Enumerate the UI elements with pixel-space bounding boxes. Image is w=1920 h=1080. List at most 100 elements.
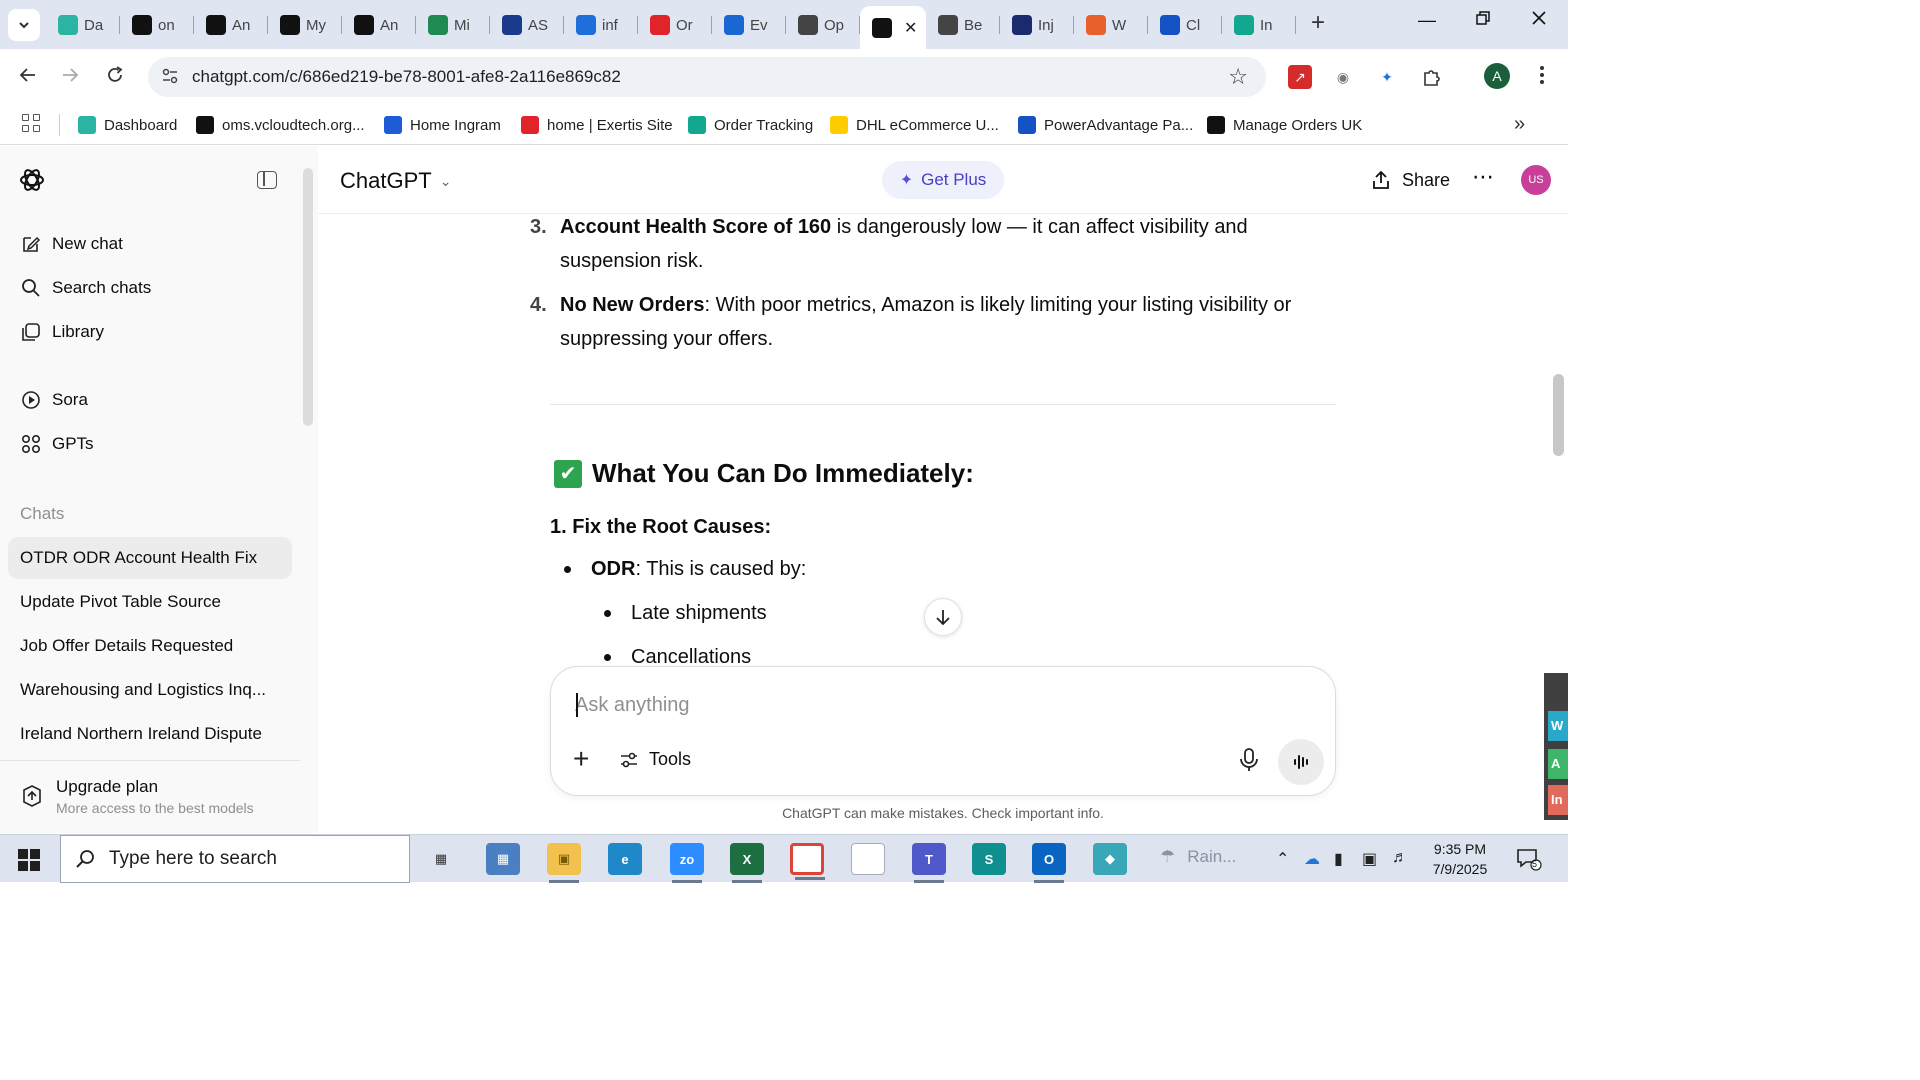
browser-tab-active[interactable]: ✕ [860,6,926,49]
voice-mode-button[interactable] [1278,739,1324,785]
chrome-icon[interactable] [790,843,825,880]
user-avatar[interactable]: US [1521,165,1551,195]
more-options-icon[interactable]: ⋯ [1472,164,1495,190]
bookmark-item[interactable]: DHL eCommerce U... [830,113,999,137]
close-window-button[interactable] [1524,10,1554,31]
bookmark-item[interactable]: Manage Orders UK [1207,113,1362,137]
minimize-button[interactable]: — [1412,10,1442,31]
browser-menu-button[interactable] [1530,65,1554,89]
browser-tab[interactable]: An [342,6,416,44]
prompt-input[interactable] [575,691,1275,719]
bookmark-star-icon[interactable]: ☆ [1228,64,1248,90]
back-button[interactable] [16,65,40,89]
sidebar-item-sora[interactable]: Sora [0,380,300,420]
more-bookmarks-icon[interactable]: » [1514,113,1525,136]
browser-tab[interactable]: Op [786,6,860,44]
upgrade-plan-button[interactable]: Upgrade plan More access to the best mod… [20,774,300,824]
browser-tab[interactable]: My [268,6,342,44]
address-bar[interactable]: chatgpt.com/c/686ed219-be78-8001-afe8-2a… [148,57,1266,97]
network-icon[interactable]: ▣ [1362,849,1377,869]
outlook-icon[interactable]: O [1032,843,1066,883]
tray-chevron-up-icon[interactable]: ⌃ [1276,849,1289,869]
bookmark-item[interactable]: Dashboard [78,113,177,137]
widget-tab[interactable]: In [1548,785,1568,815]
battery-icon[interactable]: ▮ [1334,849,1343,869]
zoom-icon[interactable]: zo [670,843,704,883]
browser-tab[interactable]: on [120,6,194,44]
browser-tab[interactable]: Or [638,6,712,44]
share-button[interactable]: Share [1370,166,1450,194]
chat-item[interactable]: Ireland Northern Ireland Dispute [8,713,292,755]
windows-start-icon[interactable] [18,849,40,871]
sidebar-scrollbar[interactable] [303,168,313,426]
microphone-icon[interactable] [1237,747,1261,773]
browser-tab[interactable]: Mi [416,6,490,44]
chat-item-active[interactable]: OTDR ODR Account Health Fix [8,537,292,579]
bookmark-item[interactable]: oms.vcloudtech.org... [196,113,365,137]
get-plus-button[interactable]: ✦ Get Plus [882,161,1004,199]
browser-tab[interactable]: W [1074,6,1148,44]
scroll-to-bottom-button[interactable] [924,598,962,636]
scrollbar-thumb[interactable] [1553,374,1564,456]
extensions-puzzle-icon[interactable] [1420,65,1444,89]
chat-item[interactable]: Job Offer Details Requested [8,625,292,667]
browser-tab[interactable]: An [194,6,268,44]
bookmark-item[interactable]: Home Ingram [384,113,501,137]
tab-search-button[interactable] [8,9,40,41]
chat-item[interactable]: Warehousing and Logistics Inq... [8,669,292,711]
system-clock[interactable]: 9:35 PM 7/9/2025 [1420,839,1500,879]
edge-browser-icon[interactable]: e [608,843,642,875]
browser-tab[interactable]: Cl [1148,6,1222,44]
browser-tab[interactable]: Da [46,6,120,44]
chat-item[interactable]: Update Pivot Table Source [8,581,292,623]
notification-center-icon[interactable]: 5 [1516,847,1542,871]
bookmark-item[interactable]: Order Tracking [688,113,813,137]
site-info-icon[interactable] [160,67,180,87]
app-s-icon[interactable]: S [972,843,1006,875]
close-tab-icon[interactable]: ✕ [904,18,917,38]
reload-button[interactable] [103,65,127,89]
browser-tab[interactable]: inf [564,6,638,44]
excel-icon[interactable]: X [730,843,764,883]
address-url[interactable]: chatgpt.com/c/686ed219-be78-8001-afe8-2a… [192,67,621,87]
sidebar-item-search-chats[interactable]: Search chats [0,268,300,308]
tools-button[interactable]: Tools [619,749,691,770]
browser-tab[interactable]: Be [926,6,1000,44]
globe-extension-icon[interactable]: ◉ [1331,65,1355,89]
widget-tab[interactable]: W [1548,711,1568,741]
sidebar-item-gpts[interactable]: GPTs [0,424,300,464]
teams-icon[interactable]: T [912,843,946,883]
browser-tab[interactable]: Inj [1000,6,1074,44]
bookmark-item[interactable]: PowerAdvantage Pa... [1018,113,1193,137]
apps-grid-icon[interactable] [22,114,42,134]
new-tab-button[interactable]: + [1306,11,1330,36]
notepad-icon[interactable] [851,843,885,875]
sidebar-item-library[interactable]: Library [0,312,300,352]
diamond-app-icon[interactable]: ◆ [1093,843,1127,875]
onedrive-cloud-icon[interactable]: ☁ [1304,849,1320,869]
calculator-icon[interactable]: ▦ [486,843,520,875]
pdf-extension-icon[interactable]: ↗ [1288,65,1312,89]
taskbar-search-box[interactable]: Type here to search [60,835,410,883]
model-selector[interactable]: ChatGPT ⌄ [340,168,451,194]
browser-tab[interactable]: AS [490,6,564,44]
sidebar-item-new-chat[interactable]: New chat [0,224,300,264]
side-widget-panel[interactable]: W A In [1544,673,1568,820]
browser-tab[interactable]: Ev [712,6,786,44]
file-explorer-icon[interactable]: ▣ [547,843,581,883]
bookmark-label: PowerAdvantage Pa... [1044,116,1194,134]
profile-avatar[interactable]: A [1484,63,1510,89]
widget-tab[interactable]: A [1548,749,1568,779]
weather-widget[interactable]: ☂ Rain... [1160,847,1236,867]
bookmark-item[interactable]: home | Exertis Site [521,113,673,137]
taskbar-search-placeholder: Type here to search [109,848,277,869]
forward-button[interactable] [58,65,82,89]
restore-button[interactable] [1468,10,1498,31]
add-attachment-button[interactable]: + [573,745,589,773]
volume-icon[interactable]: ♬ [1392,849,1408,867]
sidebar-toggle-icon[interactable] [257,171,277,189]
openai-logo-icon[interactable] [18,166,46,194]
settings-extension-icon[interactable]: ✦ [1375,65,1399,89]
browser-tab[interactable]: In [1222,6,1296,44]
task-view-icon[interactable]: ▦ [424,843,458,875]
